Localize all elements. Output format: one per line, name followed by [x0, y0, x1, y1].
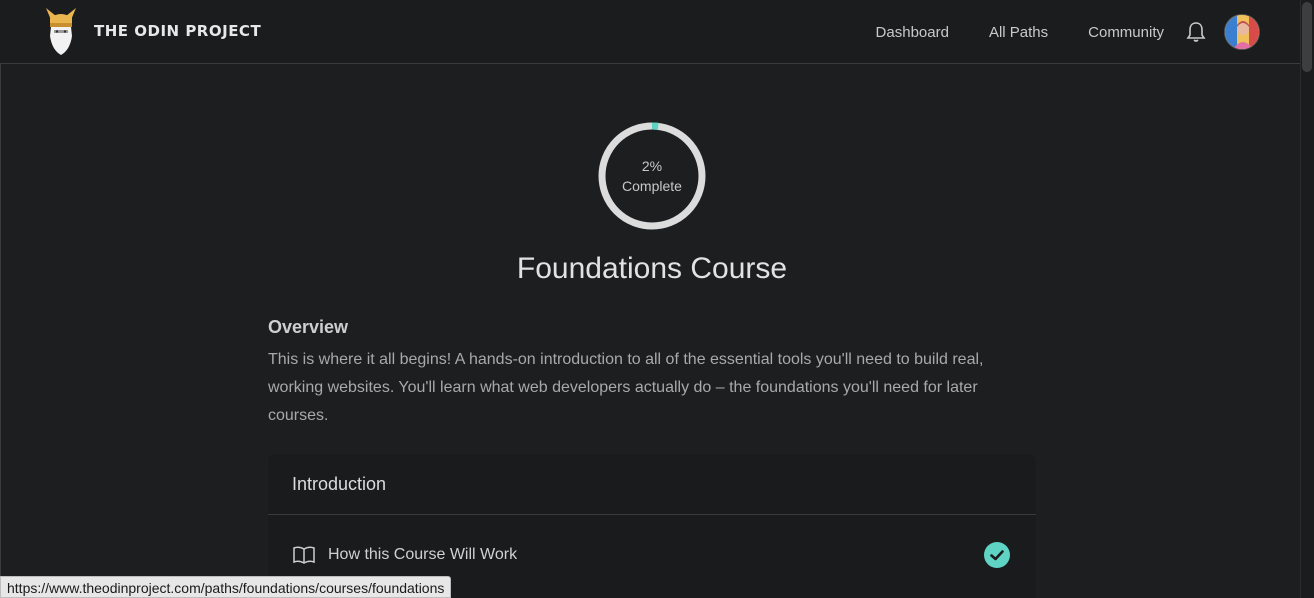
- course-progress-ring: 2% Complete: [596, 120, 708, 232]
- user-avatar[interactable]: [1224, 14, 1260, 50]
- lesson-title: How this Course Will Work: [328, 546, 518, 563]
- course-title: Foundations Course: [516, 252, 788, 285]
- scrollbar-thumb[interactable]: [1302, 2, 1312, 72]
- link-status-url: https://www.theodinproject.com/paths/fou…: [0, 576, 452, 598]
- nav-all-paths-link[interactable]: All Paths: [989, 24, 1048, 41]
- overview-heading: Overview: [268, 317, 349, 337]
- progress-percent: 2%: [641, 158, 663, 174]
- notifications-bell-icon[interactable]: [1186, 21, 1206, 43]
- nav-dashboard-link[interactable]: Dashboard: [876, 24, 949, 41]
- navbar: THE ODIN PROJECT Dashboard All Paths Com…: [0, 0, 1300, 64]
- brand-name: THE ODIN PROJECT: [94, 22, 262, 40]
- odin-logo-icon: [46, 8, 76, 55]
- open-book-icon: [293, 546, 315, 564]
- nav-community-link[interactable]: Community: [1088, 24, 1164, 41]
- window-edge: [0, 0, 1, 598]
- section-title: Introduction: [268, 454, 1036, 515]
- overview-description: This is where it all begins! A hands-on …: [268, 351, 984, 424]
- lesson-completed-check-icon[interactable]: [984, 542, 1010, 568]
- brand-logo-link[interactable]: THE ODIN PROJECT: [42, 6, 261, 56]
- progress-complete-label: Complete: [622, 178, 682, 194]
- page-scrollbar[interactable]: [1300, 0, 1314, 598]
- page: THE ODIN PROJECT Dashboard All Paths Com…: [0, 0, 1314, 598]
- primary-nav: Dashboard All Paths Community: [876, 0, 1300, 64]
